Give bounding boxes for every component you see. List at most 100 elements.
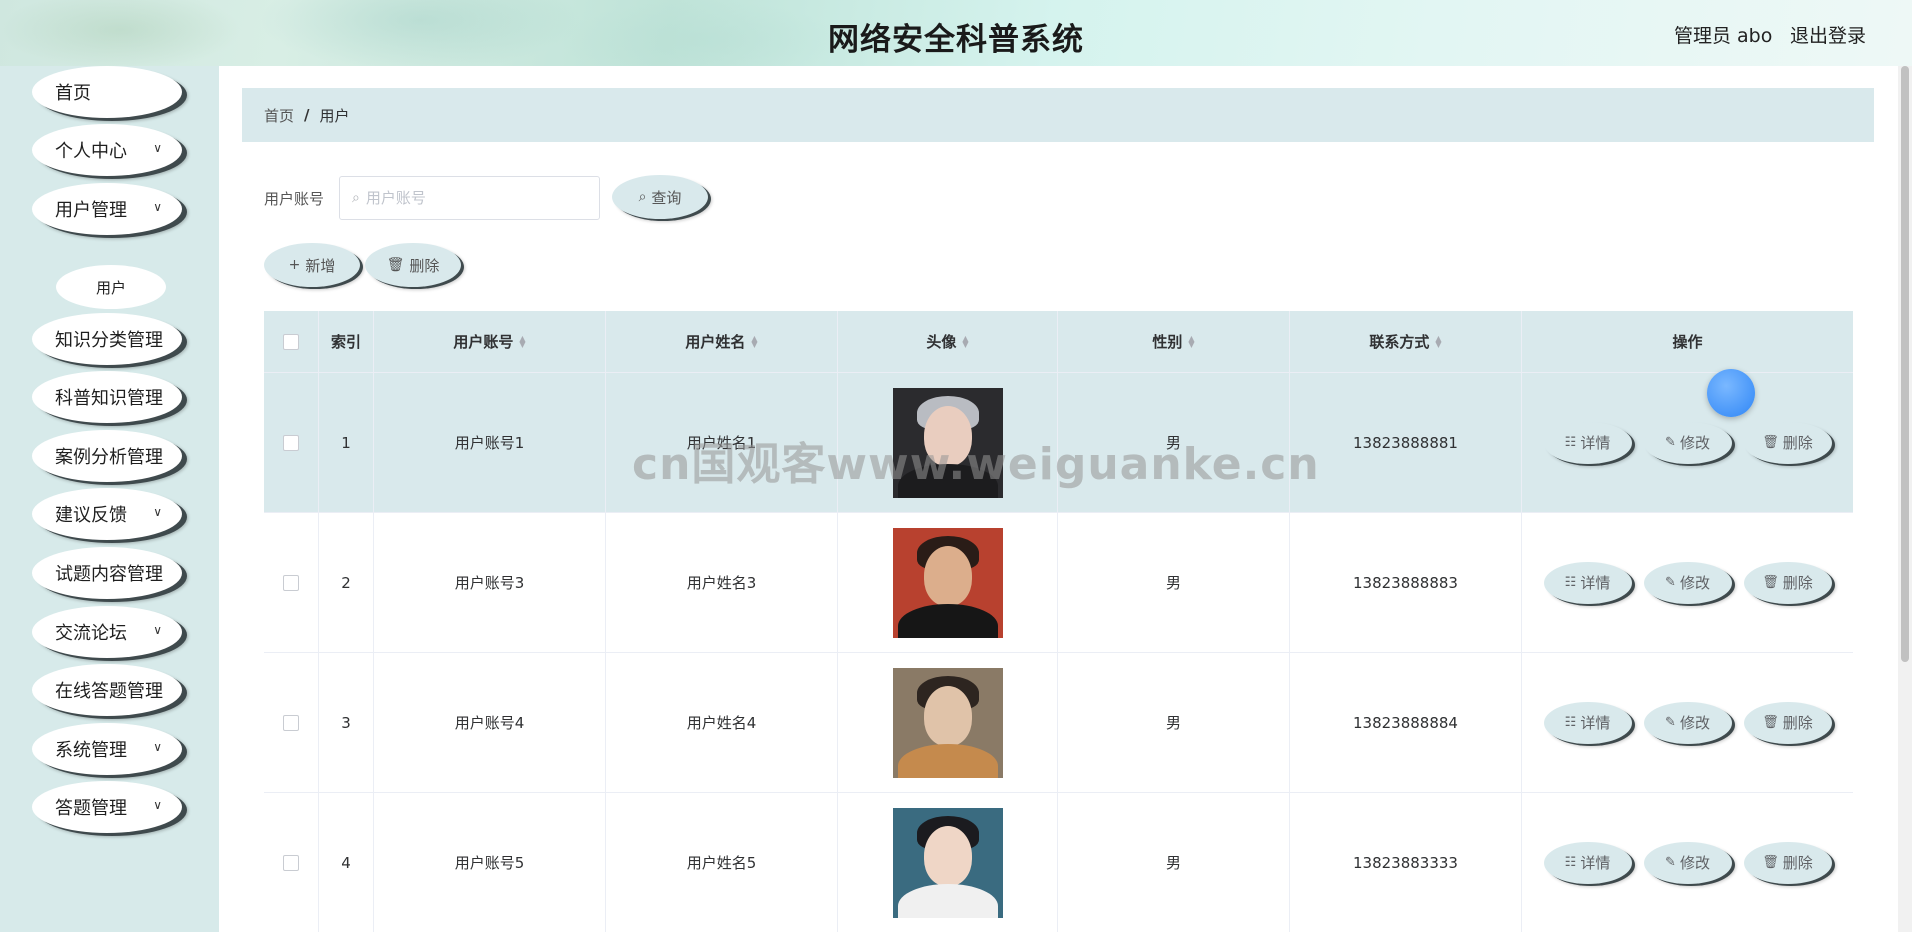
pencil-icon: ✎ <box>1665 715 1676 730</box>
table-row[interactable]: 4 用户账号5 用户姓名5 男 13823883333 ☷ 详情 ✎ 修改 🗑 删除 <box>264 793 1853 932</box>
table-row[interactable]: 2 用户账号3 用户姓名3 男 13823888883 ☷ 详情 ✎ 修改 🗑 删除 <box>264 513 1853 653</box>
sidebar-item-knowledge-category[interactable]: 知识分类管理 <box>32 313 182 365</box>
breadcrumb-separator: / <box>304 106 310 124</box>
search-input[interactable] <box>365 189 566 207</box>
detail-button[interactable]: ☷ 详情 <box>1543 701 1632 744</box>
detail-button[interactable]: ☷ 详情 <box>1543 561 1632 604</box>
table-header: 索引 用户账号 ▲ ▼ 用户姓名 ▲ ▼ 头像 ▲ ▼ 性别 ▲ ▼ 联系方式 ▲ ▼ 操作 <box>264 311 1853 373</box>
sort-icon[interactable]: ▲ ▼ <box>1188 334 1194 348</box>
edit-button-label: 修改 <box>1679 854 1710 872</box>
batch-delete-button[interactable]: 🗑 删除 <box>365 243 461 287</box>
edit-button[interactable]: ✎ 修改 <box>1643 561 1732 604</box>
cell-account: 用户账号5 <box>374 793 606 932</box>
page-scrollbar[interactable] <box>1898 66 1912 932</box>
cell-actions: ☷ 详情 ✎ 修改 🗑 删除 <box>1522 653 1853 792</box>
sidebar-item-user-management[interactable]: 用户管理 ∨ <box>32 183 182 235</box>
cell-name: 用户姓名5 <box>606 793 838 932</box>
sidebar-item-forum[interactable]: 交流论坛 ∨ <box>32 606 182 658</box>
row-checkbox-cell <box>264 793 319 932</box>
row-checkbox[interactable] <box>283 714 299 731</box>
cell-index: 3 <box>319 653 374 792</box>
sidebar-item-question-content[interactable]: 试题内容管理 <box>32 547 182 599</box>
avatar <box>892 387 1003 498</box>
avatar-body <box>897 603 998 638</box>
avatar-body <box>897 883 998 918</box>
cell-name: 用户姓名4 <box>606 653 838 792</box>
query-button[interactable]: ⌕ 查询 <box>612 175 708 219</box>
edit-button[interactable]: ✎ 修改 <box>1643 841 1732 884</box>
column-header-label: 索引 <box>330 333 361 351</box>
detail-button-label: 详情 <box>1580 854 1611 872</box>
cell-gender: 男 <box>1058 653 1290 792</box>
document-icon: ☷ <box>1564 435 1577 450</box>
detail-button[interactable]: ☷ 详情 <box>1543 841 1632 884</box>
sort-icon[interactable]: ▲ ▼ <box>519 334 525 348</box>
column-header-label: 头像 <box>926 333 957 351</box>
sidebar-item-label: 科普知识管理 <box>55 388 163 409</box>
cell-actions: ☷ 详情 ✎ 修改 🗑 删除 <box>1522 513 1853 652</box>
sidebar-item-feedback[interactable]: 建议反馈 ∨ <box>32 488 182 540</box>
column-header-label: 用户姓名 <box>685 333 746 351</box>
delete-button[interactable]: 🗑 删除 <box>1743 701 1832 744</box>
edit-button-label: 修改 <box>1679 714 1710 732</box>
cell-phone: 13823883333 <box>1290 793 1522 932</box>
delete-button[interactable]: 🗑 删除 <box>1743 841 1832 884</box>
edit-button-label: 修改 <box>1679 434 1710 452</box>
sidebar-item-personal-center[interactable]: 个人中心 ∨ <box>32 124 182 176</box>
sidebar-item-case-analysis[interactable]: 案例分析管理 <box>32 430 182 482</box>
add-button[interactable]: + 新增 <box>264 243 360 287</box>
delete-button[interactable]: 🗑 删除 <box>1743 561 1832 604</box>
sidebar-item-label: 首页 <box>55 83 91 104</box>
sidebar-item-science-knowledge[interactable]: 科普知识管理 <box>32 371 182 423</box>
row-checkbox-cell <box>264 653 319 792</box>
table-row[interactable]: 1 用户账号1 用户姓名1 男 13823888881 ☷ 详情 ✎ 修改 🗑 删除 <box>264 373 1853 513</box>
trash-icon: 🗑 <box>1762 715 1779 730</box>
cell-actions: ☷ 详情 ✎ 修改 🗑 删除 <box>1522 373 1853 512</box>
sidebar-subitem-user[interactable]: 用户 <box>56 265 166 309</box>
cell-phone: 13823888883 <box>1290 513 1522 652</box>
sort-icon[interactable]: ▲ ▼ <box>751 334 757 348</box>
row-checkbox[interactable] <box>283 434 299 451</box>
cell-account: 用户账号4 <box>374 653 606 792</box>
delete-button[interactable]: 🗑 删除 <box>1743 421 1832 464</box>
edit-button[interactable]: ✎ 修改 <box>1643 421 1732 464</box>
detail-button-label: 详情 <box>1580 434 1611 452</box>
sidebar-item-label: 案例分析管理 <box>55 447 163 468</box>
sidebar-item-label: 建议反馈 <box>55 505 127 526</box>
document-icon: ☷ <box>1564 855 1577 870</box>
sidebar-item-home[interactable]: 首页 <box>32 66 182 118</box>
cell-account: 用户账号1 <box>374 373 606 512</box>
edit-button[interactable]: ✎ 修改 <box>1643 701 1732 744</box>
add-button-label: 新增 <box>305 256 336 275</box>
sidebar-item-system-management[interactable]: 系统管理 ∨ <box>32 723 182 775</box>
table-row[interactable]: 3 用户账号4 用户姓名4 男 13823888884 ☷ 详情 ✎ 修改 🗑 删除 <box>264 653 1853 793</box>
cell-gender: 男 <box>1058 793 1290 932</box>
column-header-label: 用户账号 <box>453 333 514 351</box>
detail-button-label: 详情 <box>1580 714 1611 732</box>
floating-assistant-ball[interactable] <box>1707 369 1755 417</box>
sort-icon[interactable]: ▲ ▼ <box>1435 334 1441 348</box>
delete-button-label: 删除 <box>1782 574 1813 592</box>
search-icon: ⌕ <box>352 190 360 206</box>
scrollbar-thumb[interactable] <box>1901 66 1909 662</box>
row-checkbox[interactable] <box>283 574 299 591</box>
cell-gender: 男 <box>1058 513 1290 652</box>
row-checkbox[interactable] <box>283 854 299 871</box>
breadcrumb-home[interactable]: 首页 <box>264 105 294 126</box>
logout-link[interactable]: 退出登录 <box>1790 21 1866 48</box>
search-label: 用户账号 <box>264 190 325 208</box>
sidebar-item-label: 答题管理 <box>55 798 127 819</box>
select-all-checkbox[interactable] <box>283 333 299 350</box>
query-button-label: 查询 <box>651 188 682 207</box>
avatar <box>892 527 1003 638</box>
edit-button-label: 修改 <box>1679 574 1710 592</box>
document-icon: ☷ <box>1564 715 1577 730</box>
sort-icon[interactable]: ▲ ▼ <box>962 334 968 348</box>
sidebar-item-online-quiz[interactable]: 在线答题管理 <box>32 664 182 716</box>
chevron-down-icon: ∨ <box>153 505 162 519</box>
sidebar-subitem-label: 用户 <box>95 278 126 297</box>
trash-icon: 🗑 <box>1762 855 1779 870</box>
cell-name: 用户姓名1 <box>606 373 838 512</box>
sidebar-item-answer-management[interactable]: 答题管理 ∨ <box>32 781 182 833</box>
detail-button[interactable]: ☷ 详情 <box>1543 421 1632 464</box>
